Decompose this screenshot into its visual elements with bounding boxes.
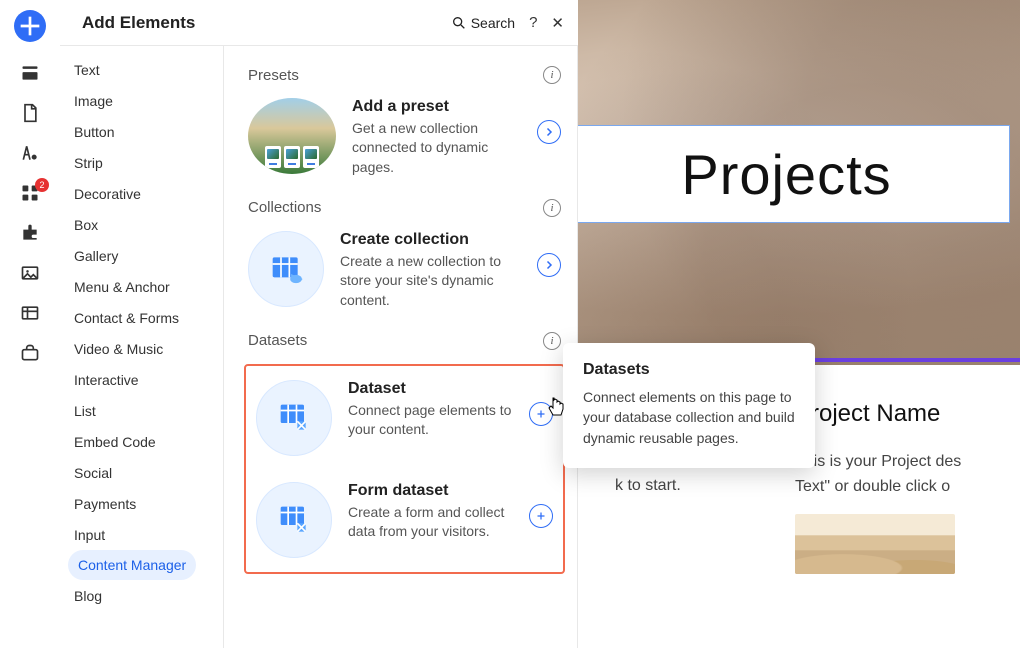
apps-icon[interactable]: 2 [19, 184, 41, 202]
theme-icon[interactable] [19, 144, 41, 162]
cms-icon[interactable] [19, 304, 41, 322]
chevron-right-icon[interactable] [537, 253, 561, 277]
card-title: Add a preset [352, 98, 521, 116]
form-dataset-icon [256, 482, 332, 558]
category-item[interactable]: Interactive [60, 364, 223, 395]
card-desc: Get a new collection connected to dynami… [352, 119, 521, 177]
category-item[interactable]: Menu & Anchor [60, 271, 223, 302]
section-datasets: Datasets i Dataset Connect page elements… [248, 332, 561, 574]
left-tool-rail: 2 [0, 0, 60, 648]
section-presets: Presets i Add a preset Get a new collect… [248, 66, 561, 177]
category-item[interactable]: Content Manager [68, 550, 196, 580]
card-title: Create collection [340, 231, 521, 249]
card-add-preset[interactable]: Add a preset Get a new collection connec… [248, 98, 561, 177]
elements-list: Presets i Add a preset Get a new collect… [224, 46, 578, 648]
search-label: Search [471, 15, 515, 31]
hero-title-text: Projects [681, 142, 891, 207]
card-desc: Connect page elements to your content. [348, 401, 513, 440]
info-icon[interactable]: i [543, 66, 561, 84]
chevron-right-icon[interactable] [537, 120, 561, 144]
card-desc: Create a form and collect data from your… [348, 503, 513, 542]
category-item[interactable]: Strip [60, 147, 223, 178]
business-icon[interactable] [19, 344, 41, 362]
card-create-collection[interactable]: Create collection Create a new collectio… [248, 231, 561, 310]
card-title: Dataset [348, 380, 513, 398]
category-item[interactable]: Button [60, 116, 223, 147]
card-dataset[interactable]: Dataset Connect page elements to your co… [256, 380, 553, 456]
add-icon[interactable] [529, 402, 553, 426]
category-item[interactable]: Contact & Forms [60, 302, 223, 333]
help-icon[interactable]: ? [529, 14, 537, 31]
category-item[interactable]: Image [60, 85, 223, 116]
category-item[interactable]: Blog [60, 580, 223, 611]
category-item[interactable]: Text [60, 54, 223, 85]
section-title-datasets: Datasets [248, 332, 307, 349]
add-elements-header: Add Elements Search ? ✕ [60, 0, 578, 46]
info-icon[interactable]: i [543, 199, 561, 217]
tooltip-title: Datasets [583, 361, 795, 379]
sections-icon[interactable] [19, 64, 41, 82]
category-item[interactable]: Video & Music [60, 333, 223, 364]
close-icon[interactable]: ✕ [551, 14, 564, 32]
search-button[interactable]: Search [451, 15, 515, 31]
addons-icon[interactable] [19, 224, 41, 242]
add-button[interactable] [14, 10, 46, 42]
category-item[interactable]: Decorative [60, 178, 223, 209]
card-form-dataset[interactable]: Form dataset Create a form and collect d… [256, 482, 553, 558]
category-item[interactable]: List [60, 395, 223, 426]
info-icon[interactable]: i [543, 332, 561, 350]
project-image-thumb[interactable] [795, 514, 955, 574]
section-collections: Collections i Create collection Create a… [248, 199, 561, 310]
category-item[interactable]: Input [60, 519, 223, 550]
tooltip-desc: Connect elements on this page to your da… [583, 387, 795, 448]
categories-sidebar: TextImageButtonStripDecorativeBoxGallery… [60, 0, 224, 648]
category-item[interactable]: Payments [60, 488, 223, 519]
project-desc-right-fragment: This is your Project des Text" or double… [795, 450, 1014, 500]
pages-icon[interactable] [19, 104, 41, 122]
preset-thumb-icon [248, 98, 336, 174]
hero-title-frame[interactable]: Projects [563, 125, 1010, 223]
section-title-collections: Collections [248, 199, 321, 216]
category-item[interactable]: Box [60, 209, 223, 240]
datasets-tooltip: Datasets Connect elements on this page t… [563, 343, 815, 468]
add-icon[interactable] [529, 504, 553, 528]
apps-badge: 2 [35, 178, 49, 192]
card-desc: Create a new collection to store your si… [340, 252, 521, 310]
category-item[interactable]: Gallery [60, 240, 223, 271]
dataset-icon [256, 380, 332, 456]
category-item[interactable]: Embed Code [60, 426, 223, 457]
datasets-highlight-frame: Dataset Connect page elements to your co… [244, 364, 565, 574]
project-name-heading: Project Name [795, 400, 1014, 428]
media-icon[interactable] [19, 264, 41, 282]
card-title: Form dataset [348, 482, 513, 500]
panel-title: Add Elements [82, 13, 195, 33]
category-item[interactable]: Social [60, 457, 223, 488]
section-title-presets: Presets [248, 67, 299, 84]
collection-icon [248, 231, 324, 307]
